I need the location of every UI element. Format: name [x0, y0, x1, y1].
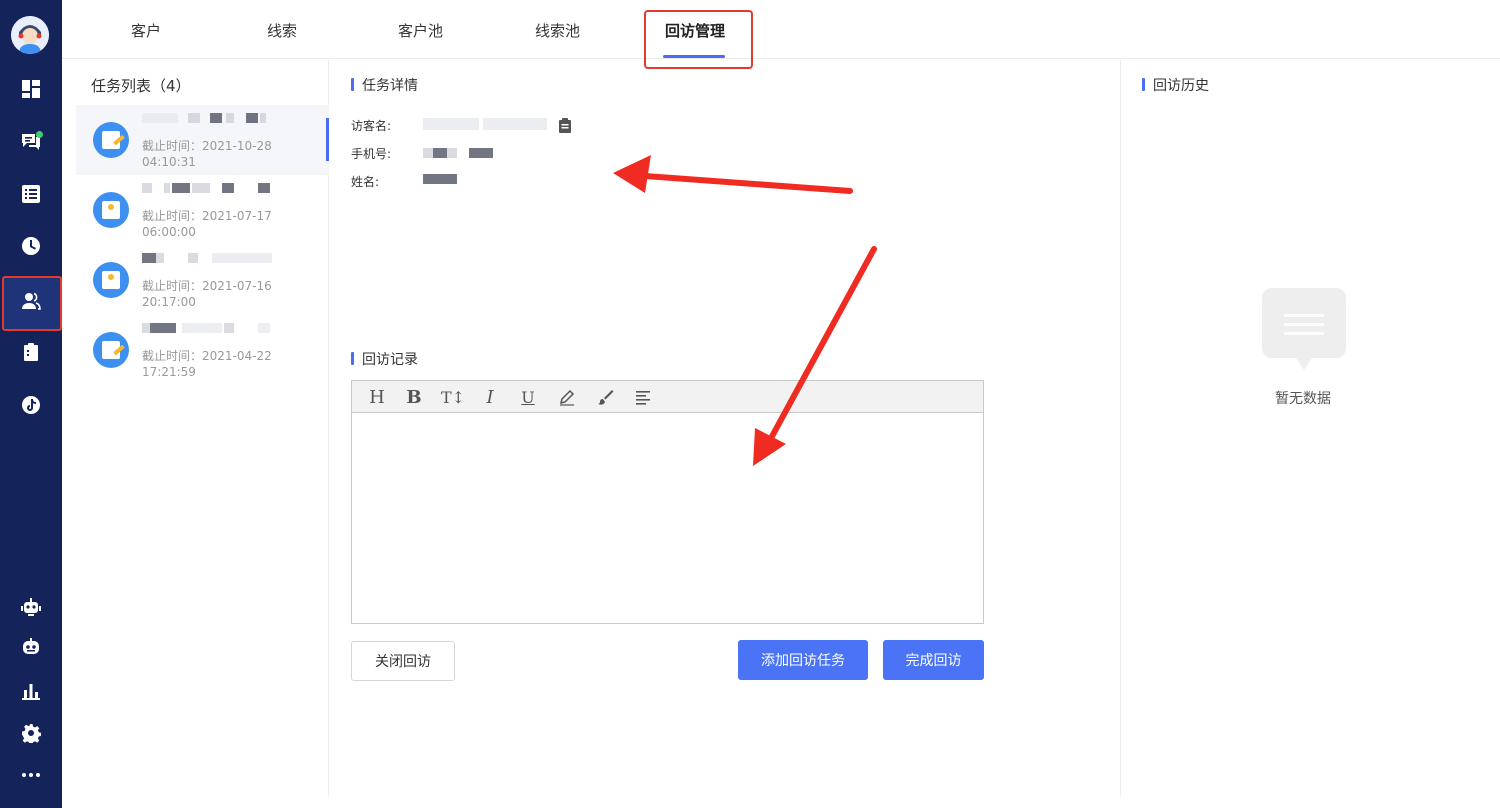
brush-icon[interactable] — [594, 386, 616, 408]
task-list-title: 任务列表（4） — [91, 77, 191, 95]
add-visit-task-button[interactable]: 添加回访任务 — [738, 640, 868, 680]
task-name-redacted — [142, 181, 282, 195]
task-deadline: 截止时间：2021-04-22 17:21:59 — [142, 349, 272, 379]
task-note-icon — [93, 332, 129, 368]
close-visit-button[interactable]: 关闭回访 — [351, 641, 455, 681]
record-title: 回访记录 — [351, 349, 418, 369]
task-item[interactable]: 截止时间：2021-07-16 20:17:00 — [76, 245, 329, 315]
sidebar — [0, 0, 62, 808]
empty-text: 暂无数据 — [1275, 391, 1331, 407]
task-detail-title: 任务详情 — [351, 75, 418, 95]
task-item[interactable]: 截止时间：2021-04-22 17:21:59 — [76, 315, 329, 385]
name-value-redacted — [423, 172, 463, 186]
name-label: 姓名: — [351, 175, 380, 189]
task-deadline: 截止时间：2021-07-16 20:17:00 — [142, 279, 272, 309]
editor-content-area[interactable] — [352, 413, 983, 623]
annotation-box — [644, 10, 753, 69]
editor-toolbar: H B T↕ I U — [352, 381, 983, 413]
task-doc-icon — [93, 262, 129, 298]
task-name-redacted — [142, 251, 282, 265]
sidebar-item-dashboard[interactable] — [0, 69, 62, 113]
sidebar-item-robot[interactable] — [0, 587, 62, 631]
complete-visit-button[interactable]: 完成回访 — [883, 640, 984, 680]
tab-customer-pool[interactable]: 客户池 — [398, 20, 443, 41]
user-avatar[interactable] — [11, 16, 49, 54]
tab-customers[interactable]: 客户 — [131, 20, 161, 41]
sidebar-item-history[interactable] — [0, 226, 62, 270]
sidebar-item-settings[interactable] — [0, 713, 62, 757]
task-deadline: 截止时间：2021-10-28 04:10:31 — [142, 139, 272, 169]
tab-lead-pool[interactable]: 线索池 — [535, 20, 580, 41]
sidebar-item-more[interactable] — [0, 755, 62, 799]
sidebar-item-douyin[interactable] — [0, 385, 62, 429]
phone-label: 手机号: — [351, 147, 392, 161]
clipboard-icon — [21, 342, 41, 366]
task-list-panel: 任务列表（4） 截止时间：2021-10-28 04:10:31 截止时间：20… — [62, 60, 329, 796]
task-deadline: 截止时间：2021-07-17 06:00:00 — [142, 209, 272, 239]
gear-icon — [21, 723, 42, 747]
empty-chat-icon — [1262, 288, 1346, 370]
clock-icon — [21, 236, 41, 260]
history-panel — [1120, 60, 1500, 796]
more-icon — [21, 765, 41, 789]
task-note-icon — [93, 122, 129, 158]
online-dot — [36, 131, 43, 138]
task-item[interactable]: 截止时间：2021-07-17 06:00:00 — [76, 175, 329, 245]
sidebar-item-customers[interactable] — [0, 281, 62, 325]
history-title: 回访历史 — [1142, 75, 1209, 95]
bar-chart-icon — [21, 681, 41, 705]
tiktok-icon — [21, 395, 41, 419]
sidebar-item-list[interactable] — [0, 174, 62, 218]
task-doc-icon — [93, 192, 129, 228]
sidebar-item-tasks[interactable] — [0, 332, 62, 376]
sidebar-item-stats[interactable] — [0, 671, 62, 715]
rich-text-editor: H B T↕ I U — [351, 380, 984, 624]
sidebar-item-chat[interactable] — [0, 121, 62, 165]
phone-value-redacted — [423, 146, 503, 160]
italic-button[interactable]: I — [479, 386, 501, 408]
font-size-button[interactable]: T↕ — [440, 386, 466, 408]
sidebar-item-robot-alt[interactable] — [0, 627, 62, 671]
visitor-name-value-redacted — [423, 116, 551, 132]
task-name-redacted — [142, 111, 282, 125]
heading-button[interactable]: H — [366, 386, 388, 408]
dashboard-icon — [21, 79, 41, 103]
robot-icon — [21, 597, 41, 621]
visitor-name-label: 访客名: — [351, 119, 392, 133]
copy-icon[interactable] — [558, 117, 572, 133]
robot-alt-icon — [21, 637, 41, 661]
pen-icon[interactable] — [556, 386, 578, 408]
task-name-redacted — [142, 321, 282, 335]
task-active-indicator — [326, 118, 329, 161]
tab-leads[interactable]: 线索 — [267, 20, 297, 41]
list-icon — [21, 184, 41, 208]
bold-button[interactable]: B — [403, 386, 425, 408]
arrow-to-detail — [613, 155, 853, 194]
underline-button[interactable]: U — [517, 386, 539, 408]
users-icon — [21, 291, 41, 315]
align-icon[interactable] — [632, 386, 654, 408]
task-item[interactable]: 截止时间：2021-10-28 04:10:31 — [76, 105, 329, 175]
